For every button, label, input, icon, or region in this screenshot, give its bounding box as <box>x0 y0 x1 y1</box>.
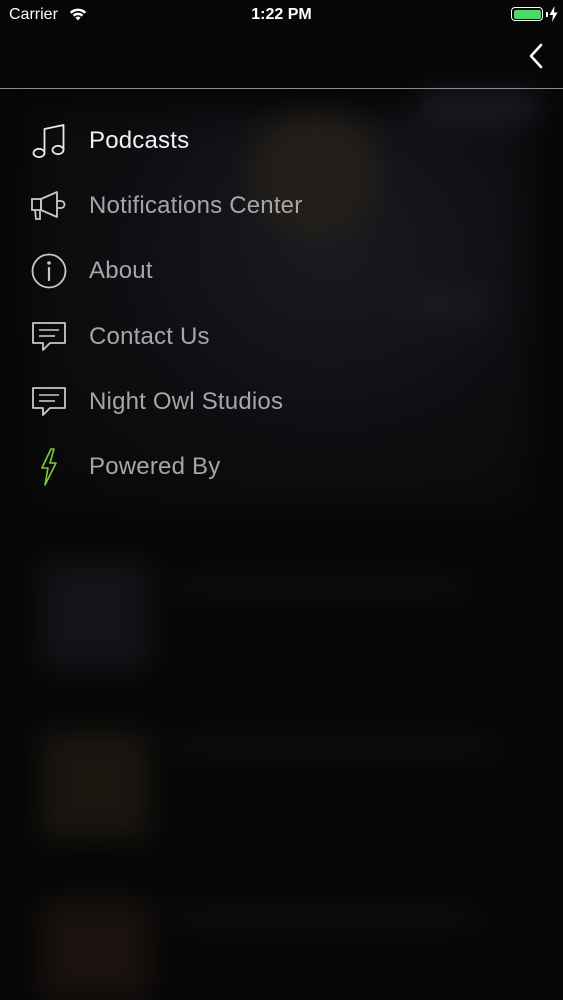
menu-item-night-owl-studios[interactable]: Night Owl Studios <box>0 369 563 434</box>
menu-item-label: Notifications Center <box>89 191 303 219</box>
menu-item-about[interactable]: About <box>0 239 563 304</box>
menu-item-label: Podcasts <box>89 126 190 154</box>
megaphone-icon <box>30 187 68 225</box>
side-menu: Podcasts Notifications Center About Cont… <box>0 108 563 500</box>
menu-item-podcasts[interactable]: Podcasts <box>0 108 563 173</box>
battery-level <box>513 9 541 19</box>
navigation-bar <box>0 30 563 89</box>
menu-item-label: Contact Us <box>89 322 210 350</box>
menu-item-label: About <box>89 257 153 285</box>
chat-bubble-icon <box>30 383 68 421</box>
lightning-bolt-icon <box>30 448 68 486</box>
app-screen: Carrier 1:22 PM Podcasts Notifications C… <box>0 0 563 1000</box>
chevron-left-icon <box>528 42 544 75</box>
chat-bubble-icon <box>30 318 68 356</box>
charging-bolt-icon <box>549 6 558 27</box>
music-note-icon <box>30 122 68 160</box>
menu-item-notifications-center[interactable]: Notifications Center <box>0 173 563 238</box>
status-time: 1:22 PM <box>251 6 312 23</box>
status-bar: Carrier 1:22 PM <box>0 0 563 30</box>
back-button[interactable] <box>521 43 551 73</box>
menu-item-powered-by[interactable]: Powered By <box>0 434 563 499</box>
info-icon <box>30 252 68 290</box>
battery-full-icon <box>511 7 543 21</box>
menu-item-label: Night Owl Studios <box>89 387 284 415</box>
menu-item-label: Powered By <box>89 453 221 481</box>
menu-item-contact-us[interactable]: Contact Us <box>0 304 563 369</box>
battery-tip <box>546 12 548 17</box>
